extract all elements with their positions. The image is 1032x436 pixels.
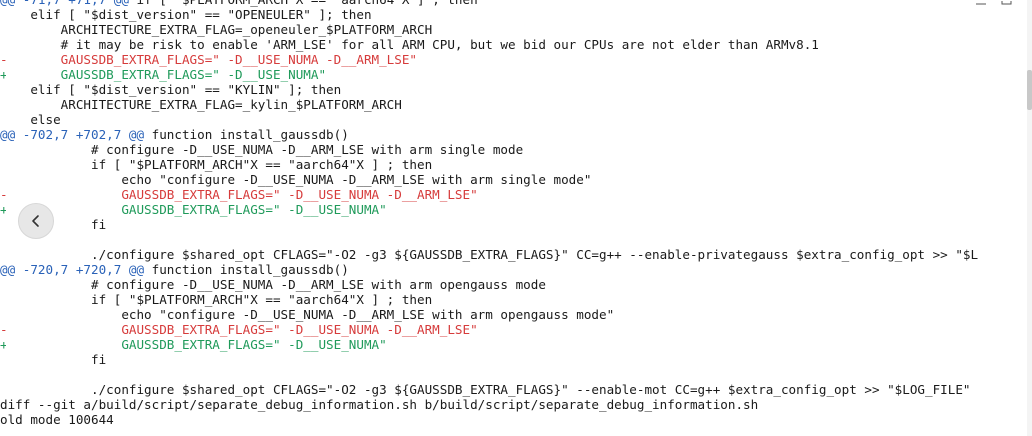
hunk-context: function install_gaussdb() — [144, 127, 349, 142]
diff-line-context: fi — [0, 352, 1032, 367]
code-text: GAUSSDB_EXTRA_FLAGS=" -D__USE_NUMA" — [0, 202, 387, 217]
diff-hunk-header: @@ -702,7 +702,7 @@ function install_gau… — [0, 127, 1032, 142]
code-text: GAUSSDB_EXTRA_FLAGS=" -D__USE_NUMA" — [0, 337, 387, 352]
diff-file-header: diff --git a/build/script/separate_debug… — [0, 397, 1032, 412]
code-text: fi — [0, 352, 107, 367]
diff-line-context: else — [0, 112, 1032, 127]
diff-file-header: old mode 100644 — [0, 412, 1032, 427]
code-text: elif [ "$dist_version" == "KYLIN" ]; the… — [0, 82, 342, 97]
code-text: # configure -D__USE_NUMA -D__ARM_LSE wit… — [0, 277, 546, 292]
code-text: # configure -D__USE_NUMA -D__ARM_LSE wit… — [0, 142, 524, 157]
diff-line-added: + GAUSSDB_EXTRA_FLAGS=" -D__USE_NUMA" — [0, 337, 1032, 352]
hunk-header-text: @@ -702,7 +702,7 @@ function install_gau… — [0, 127, 349, 142]
hunk-context: if [ "$PLATFORM_ARCH"X == "aarch64"X ] ;… — [129, 0, 477, 7]
hunk-range: @@ -71,7 +71,7 @@ — [0, 0, 129, 7]
code-text: else — [0, 112, 61, 127]
diff-line-context: if [ "$PLATFORM_ARCH"X == "aarch64"X ] ;… — [0, 157, 1032, 172]
diff-line-context: elif [ "$dist_version" == "OPENEULER" ];… — [0, 7, 1032, 22]
diff-line-context: ARCHITECTURE_EXTRA_FLAG=_kylin_$PLATFORM… — [0, 97, 1032, 112]
diff-content: @@ -71,7 +71,7 @@ if [ "$PLATFORM_ARCH"X… — [0, 0, 1032, 427]
diff-line-context — [0, 367, 1032, 382]
hunk-range: @@ -702,7 +702,7 @@ — [0, 127, 145, 142]
diff-line-context: if [ "$PLATFORM_ARCH"X == "aarch64"X ] ;… — [0, 292, 1032, 307]
scrollbar-thumb[interactable] — [1027, 70, 1032, 110]
hunk-header-text: @@ -71,7 +71,7 @@ if [ "$PLATFORM_ARCH"X… — [0, 0, 478, 7]
diff-line-added: + GAUSSDB_EXTRA_FLAGS=" -D__USE_NUMA" — [0, 202, 1032, 217]
code-text: GAUSSDB_EXTRA_FLAGS=" -D__USE_NUMA -D__A… — [0, 187, 478, 202]
diff-line-context: echo "configure -D__USE_NUMA -D__ARM_LSE… — [0, 172, 1032, 187]
back-button[interactable] — [18, 203, 54, 239]
diff-line-context: ./configure $shared_opt CFLAGS="-O2 -g3 … — [0, 247, 1032, 262]
code-text: elif [ "$dist_version" == "OPENEULER" ];… — [0, 7, 372, 22]
code-text: echo "configure -D__USE_NUMA -D__ARM_LSE… — [0, 172, 592, 187]
code-text: if [ "$PLATFORM_ARCH"X == "aarch64"X ] ;… — [0, 292, 433, 307]
diff-line-removed: - GAUSSDB_EXTRA_FLAGS=" -D__USE_NUMA -D_… — [0, 322, 1032, 337]
diff-line-removed: - GAUSSDB_EXTRA_FLAGS=" -D__USE_NUMA -D_… — [0, 52, 1032, 67]
hunk-context: function install_gaussdb() — [144, 262, 349, 277]
code-text: if [ "$PLATFORM_ARCH"X == "aarch64"X ] ;… — [0, 157, 433, 172]
window-controls — [974, 0, 1024, 5]
diff-line-context: ARCHITECTURE_EXTRA_FLAG=_openeuler_$PLAT… — [0, 22, 1032, 37]
hunk-range: @@ -720,7 +720,7 @@ — [0, 262, 145, 277]
code-text: # it may be risk to enable 'ARM_LSE' for… — [0, 37, 819, 52]
diff-line-context: ./configure $shared_opt CFLAGS="-O2 -g3 … — [0, 382, 1032, 397]
code-text: echo "configure -D__USE_NUMA -D__ARM_LSE… — [0, 307, 615, 322]
diff-line-context: echo "configure -D__USE_NUMA -D__ARM_LSE… — [0, 307, 1032, 322]
diff-line-context: # it may be risk to enable 'ARM_LSE' for… — [0, 37, 1032, 52]
code-text: ARCHITECTURE_EXTRA_FLAG=_kylin_$PLATFORM… — [0, 97, 402, 112]
diff-line-context: # configure -D__USE_NUMA -D__ARM_LSE wit… — [0, 142, 1032, 157]
diff-hunk-header: @@ -71,7 +71,7 @@ if [ "$PLATFORM_ARCH"X… — [0, 0, 1032, 7]
chevron-left-icon — [32, 215, 39, 227]
diff-line-context: elif [ "$dist_version" == "KYLIN" ]; the… — [0, 82, 1032, 97]
vertical-scrollbar[interactable] — [1027, 0, 1032, 436]
diff-line-context: # configure -D__USE_NUMA -D__ARM_LSE wit… — [0, 277, 1032, 292]
hunk-header-text: @@ -720,7 +720,7 @@ function install_gau… — [0, 262, 349, 277]
code-text: GAUSSDB_EXTRA_FLAGS=" -D__USE_NUMA" — [0, 67, 327, 82]
diff-line-context — [0, 232, 1032, 247]
maximize-icon — [1001, 0, 1012, 5]
code-text: ARCHITECTURE_EXTRA_FLAG=_openeuler_$PLAT… — [0, 22, 433, 37]
diff-hunk-header: @@ -720,7 +720,7 @@ function install_gau… — [0, 262, 1032, 277]
code-text: GAUSSDB_EXTRA_FLAGS=" -D__USE_NUMA -D__A… — [0, 322, 478, 337]
code-text: old mode 100644 — [0, 412, 114, 427]
diff-line-removed: - GAUSSDB_EXTRA_FLAGS=" -D__USE_NUMA -D_… — [0, 187, 1032, 202]
code-text: ./configure $shared_opt CFLAGS="-O2 -g3 … — [0, 382, 971, 397]
diff-line-added: + GAUSSDB_EXTRA_FLAGS=" -D__USE_NUMA" — [0, 67, 1032, 82]
code-text: ./configure $shared_opt CFLAGS="-O2 -g3 … — [0, 247, 979, 262]
diff-viewer: @@ -71,7 +71,7 @@ if [ "$PLATFORM_ARCH"X… — [0, 0, 1032, 436]
diff-line-context: fi — [0, 217, 1032, 232]
code-text: diff --git a/build/script/separate_debug… — [0, 397, 759, 412]
code-text: GAUSSDB_EXTRA_FLAGS=" -D__USE_NUMA -D__A… — [0, 52, 418, 67]
